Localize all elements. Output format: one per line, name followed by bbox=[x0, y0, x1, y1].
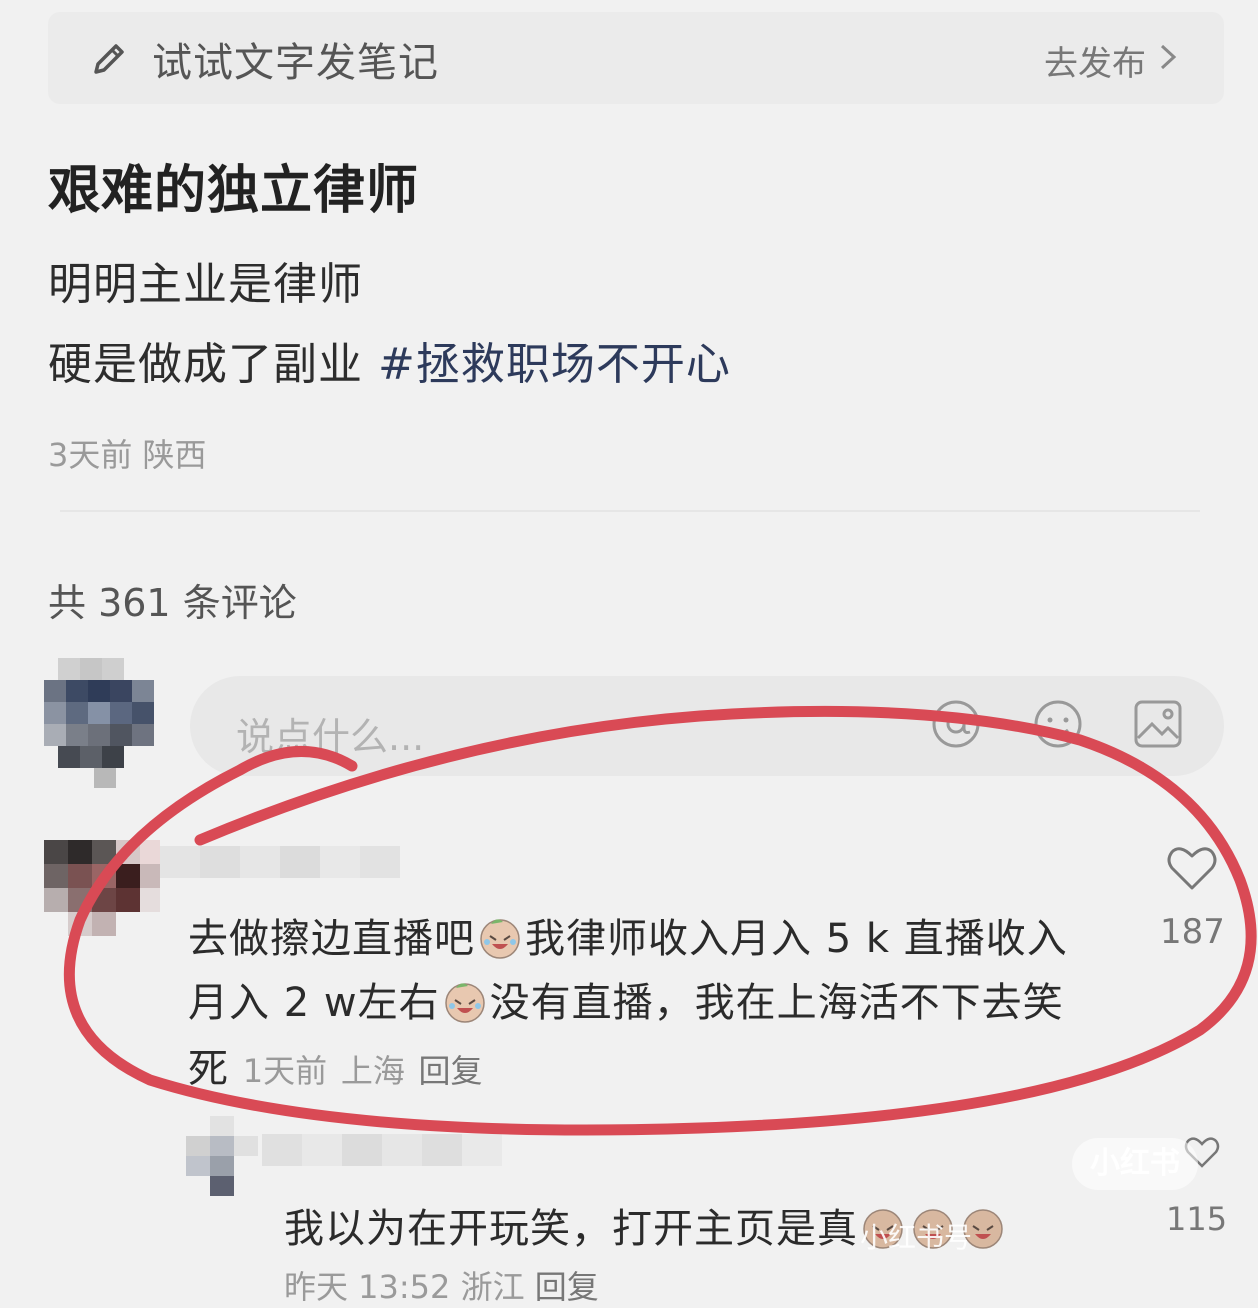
watermark-logo: 小红书 bbox=[1072, 1138, 1198, 1190]
image-icon[interactable] bbox=[1130, 696, 1186, 752]
comment-text: 死 bbox=[188, 1046, 229, 1092]
like-count: 115 bbox=[1166, 1200, 1228, 1238]
comment-meta: 昨天 13:52 浙江 回复 bbox=[284, 1262, 599, 1308]
comment-text-line: 月入 2 w左右 没有直播，我在上海活不下去笑 bbox=[188, 970, 1064, 1028]
comment-location: 上海 bbox=[340, 1052, 405, 1090]
post-location: 陕西 bbox=[142, 436, 207, 474]
hashtag-link[interactable]: #拯救职场不开心 bbox=[378, 339, 731, 390]
post-body-line: 明明主业是律师 bbox=[48, 259, 363, 310]
emoji-icon[interactable] bbox=[1030, 696, 1086, 752]
heart-icon[interactable] bbox=[1164, 840, 1220, 896]
publish-button[interactable]: 去发布 bbox=[1044, 36, 1146, 85]
watermark-id: 小红书号 bbox=[860, 1221, 973, 1254]
comment-text: 我以为在开玩笑，打开主页是真 bbox=[284, 1206, 858, 1252]
commenter-name-blurred bbox=[262, 1134, 502, 1166]
laugh-cry-emoji bbox=[480, 919, 520, 959]
commenter-avatar[interactable] bbox=[44, 820, 160, 936]
comment-text-line: 死 1天前 上海 回复 bbox=[188, 1036, 483, 1094]
comment-time: 昨天 13:52 bbox=[284, 1268, 451, 1306]
comment-input-placeholder: 说点什么... bbox=[236, 715, 425, 759]
commenter-name-blurred bbox=[160, 846, 400, 878]
avatar bbox=[44, 658, 154, 788]
reply-button[interactable]: 回复 bbox=[419, 1052, 483, 1090]
commenter-avatar[interactable] bbox=[186, 1116, 258, 1196]
laugh-cry-emoji bbox=[444, 983, 485, 1023]
post-time: 3天前 bbox=[48, 436, 133, 474]
comment-text-line: 去做擦边直播吧 我律师收入月入 5 k 直播收入 bbox=[188, 906, 1068, 964]
pencil-icon bbox=[94, 44, 124, 74]
comment-text: 没有直播，我在上海活不下去笑 bbox=[489, 980, 1064, 1026]
post-title: 艰难的独立律师 bbox=[48, 161, 420, 221]
comment-location: 浙江 bbox=[460, 1268, 525, 1306]
divider bbox=[60, 510, 1200, 512]
post-body-text: 硬是做成了副业 bbox=[48, 339, 378, 390]
comment-time: 1天前 bbox=[242, 1052, 328, 1090]
post-meta: 3天前 陕西 bbox=[48, 430, 207, 476]
at-icon[interactable] bbox=[928, 696, 984, 752]
comment-text: 月入 2 w左右 bbox=[188, 980, 440, 1026]
comment-count: 共 361 条评论 bbox=[48, 581, 297, 625]
publish-label: 去发布 bbox=[1044, 44, 1146, 84]
comment-text: 去做擦边直播吧 bbox=[188, 916, 475, 962]
comment-text: 我律师收入月入 5 k 直播收入 bbox=[525, 916, 1068, 962]
chevron-right-icon[interactable] bbox=[1158, 40, 1180, 74]
compose-placeholder: 试试文字发笔记 bbox=[152, 40, 439, 86]
post-body-line: 硬是做成了副业 #拯救职场不开心 bbox=[48, 328, 731, 392]
reply-button[interactable]: 回复 bbox=[535, 1268, 599, 1306]
like-count: 187 bbox=[1160, 912, 1225, 952]
